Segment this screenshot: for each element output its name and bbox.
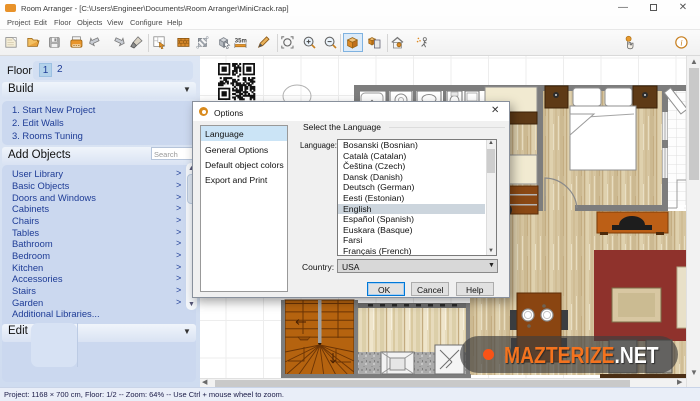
svg-text:35m: 35m xyxy=(235,38,247,44)
